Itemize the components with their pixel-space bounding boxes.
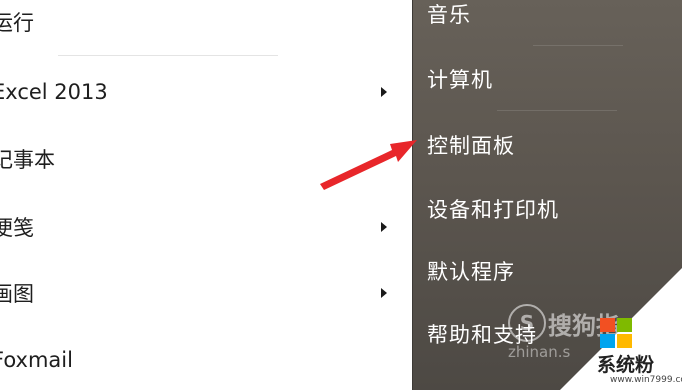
program-item-notepad[interactable]: 记事本: [0, 139, 397, 179]
sys-item-label: 音乐: [427, 3, 471, 27]
sys-item-label: 计算机: [427, 68, 493, 92]
watermark-icon: S: [508, 304, 546, 342]
sys-item-computer[interactable]: 计算机: [427, 59, 667, 99]
program-item-sticky-notes[interactable]: 便笺: [0, 207, 397, 247]
separator: [58, 55, 278, 56]
windows-logo-icon: [600, 318, 632, 348]
submenu-arrow-icon[interactable]: [381, 222, 387, 232]
programs-pane: 运行 Excel 2013 记事本 便笺 画图 Foxmail: [0, 0, 412, 390]
program-label: Excel 2013: [0, 80, 108, 104]
sys-item-default-programs[interactable]: 默认程序: [427, 251, 667, 291]
sys-item-label: 默认程序: [427, 260, 515, 284]
sys-item-music[interactable]: 音乐: [427, 0, 667, 34]
program-item-run[interactable]: 运行: [0, 2, 397, 42]
submenu-arrow-icon[interactable]: [381, 87, 387, 97]
sys-item-label: 设备和打印机: [427, 198, 559, 222]
logo-url: www.win7999.com: [610, 375, 682, 385]
program-label: 记事本: [0, 148, 55, 172]
submenu-arrow-icon[interactable]: [381, 288, 387, 298]
logo-text: 系统粉: [597, 354, 655, 376]
sys-item-control-panel[interactable]: 控制面板: [427, 125, 667, 165]
sys-item-label: 控制面板: [427, 134, 515, 158]
program-label: 画图: [0, 282, 34, 306]
watermark-sub: zhinan.s: [508, 343, 571, 361]
program-item-paint[interactable]: 画图: [0, 273, 397, 313]
program-label: Foxmail: [0, 348, 73, 372]
program-item-excel[interactable]: Excel 2013: [0, 72, 397, 112]
program-item-foxmail[interactable]: Foxmail: [0, 340, 397, 380]
separator: [533, 45, 623, 46]
separator: [497, 110, 617, 111]
sys-item-devices-printers[interactable]: 设备和打印机: [427, 189, 667, 229]
program-label: 便笺: [0, 216, 34, 240]
program-label: 运行: [0, 11, 34, 35]
